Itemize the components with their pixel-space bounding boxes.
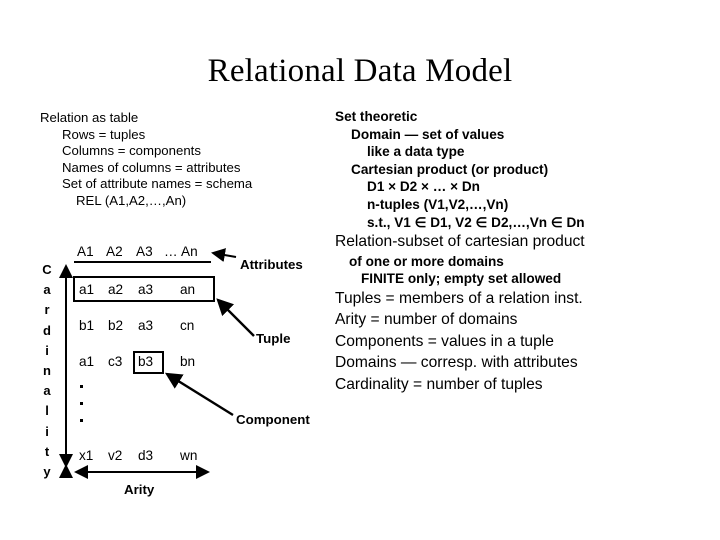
row-2-cell-2: b3 bbox=[138, 354, 154, 369]
cardinality-letter-7: l bbox=[45, 403, 49, 419]
header-underline bbox=[74, 261, 211, 263]
slide-canvas: Relational Data Model Relation as table … bbox=[0, 0, 720, 540]
right-bullet-9: FINITE only; empty set allowed bbox=[361, 271, 562, 287]
row-1-cell-2: a3 bbox=[138, 318, 154, 333]
right-bullet-14: Cardinality = number of tuples bbox=[335, 375, 543, 393]
right-bullet-6: s.t., V1 ∈ D1, V2 ∈ D2,…,Vn ∈ Dn bbox=[367, 214, 585, 230]
right-bullet-12: Components = values in a tuple bbox=[335, 332, 554, 350]
right-bullet-list: Set theoretic Domain — set of values lik… bbox=[335, 108, 715, 395]
right-bullet-10: Tuples = members of a relation inst. bbox=[335, 289, 583, 307]
header-cell-a2: A2 bbox=[106, 244, 123, 259]
ellipsis-dot-2 bbox=[80, 402, 83, 405]
callout-attributes: Attributes bbox=[240, 257, 303, 272]
header-cell-an: An bbox=[181, 244, 198, 259]
row-2-cell-1: c3 bbox=[108, 354, 123, 369]
right-bullet-2: like a data type bbox=[367, 144, 465, 160]
ellipsis-dot-3 bbox=[80, 419, 83, 422]
row-3-cell-2: d3 bbox=[138, 448, 154, 463]
cardinality-letter-9: t bbox=[44, 443, 50, 459]
cardinality-letter-4: i bbox=[45, 342, 49, 358]
row-0-cell-0: a1 bbox=[79, 282, 95, 297]
cardinality-letter-0: C bbox=[42, 262, 52, 277]
row-1-cell-3: cn bbox=[180, 318, 195, 333]
header-cell-ellipsis: … bbox=[164, 244, 178, 259]
cardinality-letter-3: d bbox=[43, 322, 51, 338]
cardinality-letter-1: a bbox=[43, 282, 51, 298]
right-bullet-4: D1 × D2 × … × Dn bbox=[367, 179, 480, 195]
cardinality-letter-8: i bbox=[45, 423, 49, 439]
ellipsis-dot-1 bbox=[80, 385, 83, 388]
right-bullet-3: Cartesian product (or product) bbox=[351, 161, 549, 177]
relation-table-diagram: A1 A2 A3 … An a1 a2 a3 an b1 b2 a3 cn a1… bbox=[0, 0, 340, 540]
right-bullet-0: Set theoretic bbox=[335, 109, 418, 124]
row-3-cell-3: wn bbox=[180, 448, 198, 463]
row-1-cell-1: b2 bbox=[108, 318, 124, 333]
header-cell-a3: A3 bbox=[136, 244, 153, 259]
callout-component: Component bbox=[236, 412, 310, 427]
header-cell-a1: A1 bbox=[77, 244, 94, 259]
cardinality-letter-2: r bbox=[44, 302, 50, 318]
row-0-cell-1: a2 bbox=[108, 282, 124, 297]
row-3-cell-0: x1 bbox=[79, 448, 94, 463]
row-2-cell-0: a1 bbox=[79, 354, 95, 369]
right-bullet-11: Arity = number of domains bbox=[335, 311, 518, 329]
arity-axis-label: Arity bbox=[124, 482, 155, 497]
right-bullet-8: of one or more domains bbox=[349, 253, 504, 269]
row-2-cell-3: bn bbox=[180, 354, 196, 369]
row-0-cell-3: an bbox=[180, 282, 196, 297]
cardinality-letter-5: n bbox=[43, 363, 51, 378]
callout-tuple: Tuple bbox=[256, 331, 291, 346]
cardinality-letter-6: a bbox=[43, 383, 51, 399]
right-bullet-13: Domains — corresp. with attributes bbox=[335, 354, 578, 372]
right-bullet-7: Relation-subset of cartesian product bbox=[335, 233, 585, 251]
cardinality-letter-10: y bbox=[43, 464, 51, 479]
right-bullet-1: Domain — set of values bbox=[351, 126, 505, 142]
row-0-cell-2: a3 bbox=[138, 282, 154, 297]
row-1-cell-0: b1 bbox=[79, 318, 95, 333]
row-3-cell-1: v2 bbox=[108, 448, 123, 463]
right-bullet-5: n-tuples (V1,V2,…,Vn) bbox=[367, 196, 509, 212]
